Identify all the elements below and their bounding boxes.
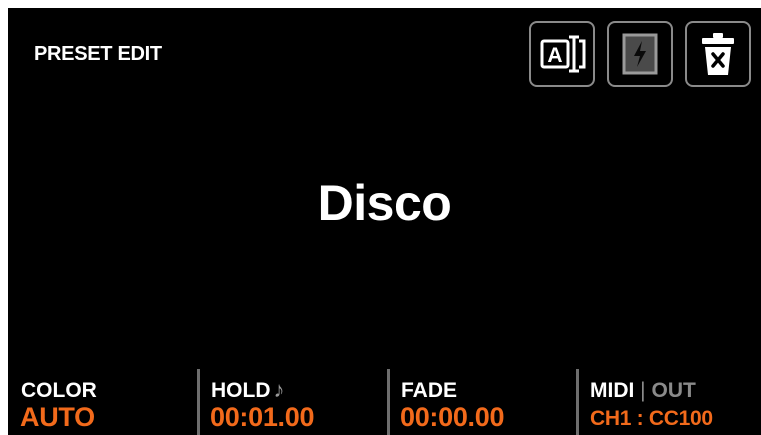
midi-value: CH1 : CC100	[590, 407, 713, 430]
preset-edit-screen: PRESET EDIT A Disco COLOR AUTO HOLD ♪ 00…	[8, 8, 761, 435]
hold-value: 00:01.00	[210, 402, 315, 432]
midi-separator: |	[640, 379, 646, 402]
fade-value: 00:00.00	[400, 402, 505, 432]
svg-text:A: A	[547, 44, 562, 67]
midi-label: MIDI	[590, 379, 635, 402]
fade-label: FADE	[401, 379, 458, 402]
midi-out-label[interactable]: OUT	[651, 379, 695, 402]
trigger-button[interactable]	[607, 21, 673, 87]
color-param[interactable]: COLOR AUTO	[8, 369, 196, 435]
hold-param[interactable]: HOLD ♪ 00:01.00	[200, 369, 386, 435]
rename-text-icon: A	[540, 35, 586, 73]
page-title: PRESET EDIT	[34, 43, 162, 65]
midi-param[interactable]: MIDI | OUT CH1 : CC100	[579, 369, 761, 435]
hold-label-group: HOLD ♪	[211, 379, 285, 403]
color-value: AUTO	[20, 402, 95, 432]
lightning-icon	[622, 33, 658, 75]
delete-button[interactable]	[685, 21, 751, 87]
rename-button[interactable]: A	[529, 21, 595, 87]
music-note-icon: ♪	[273, 377, 285, 402]
trash-icon	[702, 33, 734, 75]
hold-label: HOLD	[211, 379, 271, 402]
fade-param[interactable]: FADE 00:00.00	[390, 369, 576, 435]
color-label: COLOR	[21, 379, 97, 402]
preset-name[interactable]: Disco	[8, 174, 761, 232]
midi-label-group: MIDI | OUT	[590, 379, 696, 403]
